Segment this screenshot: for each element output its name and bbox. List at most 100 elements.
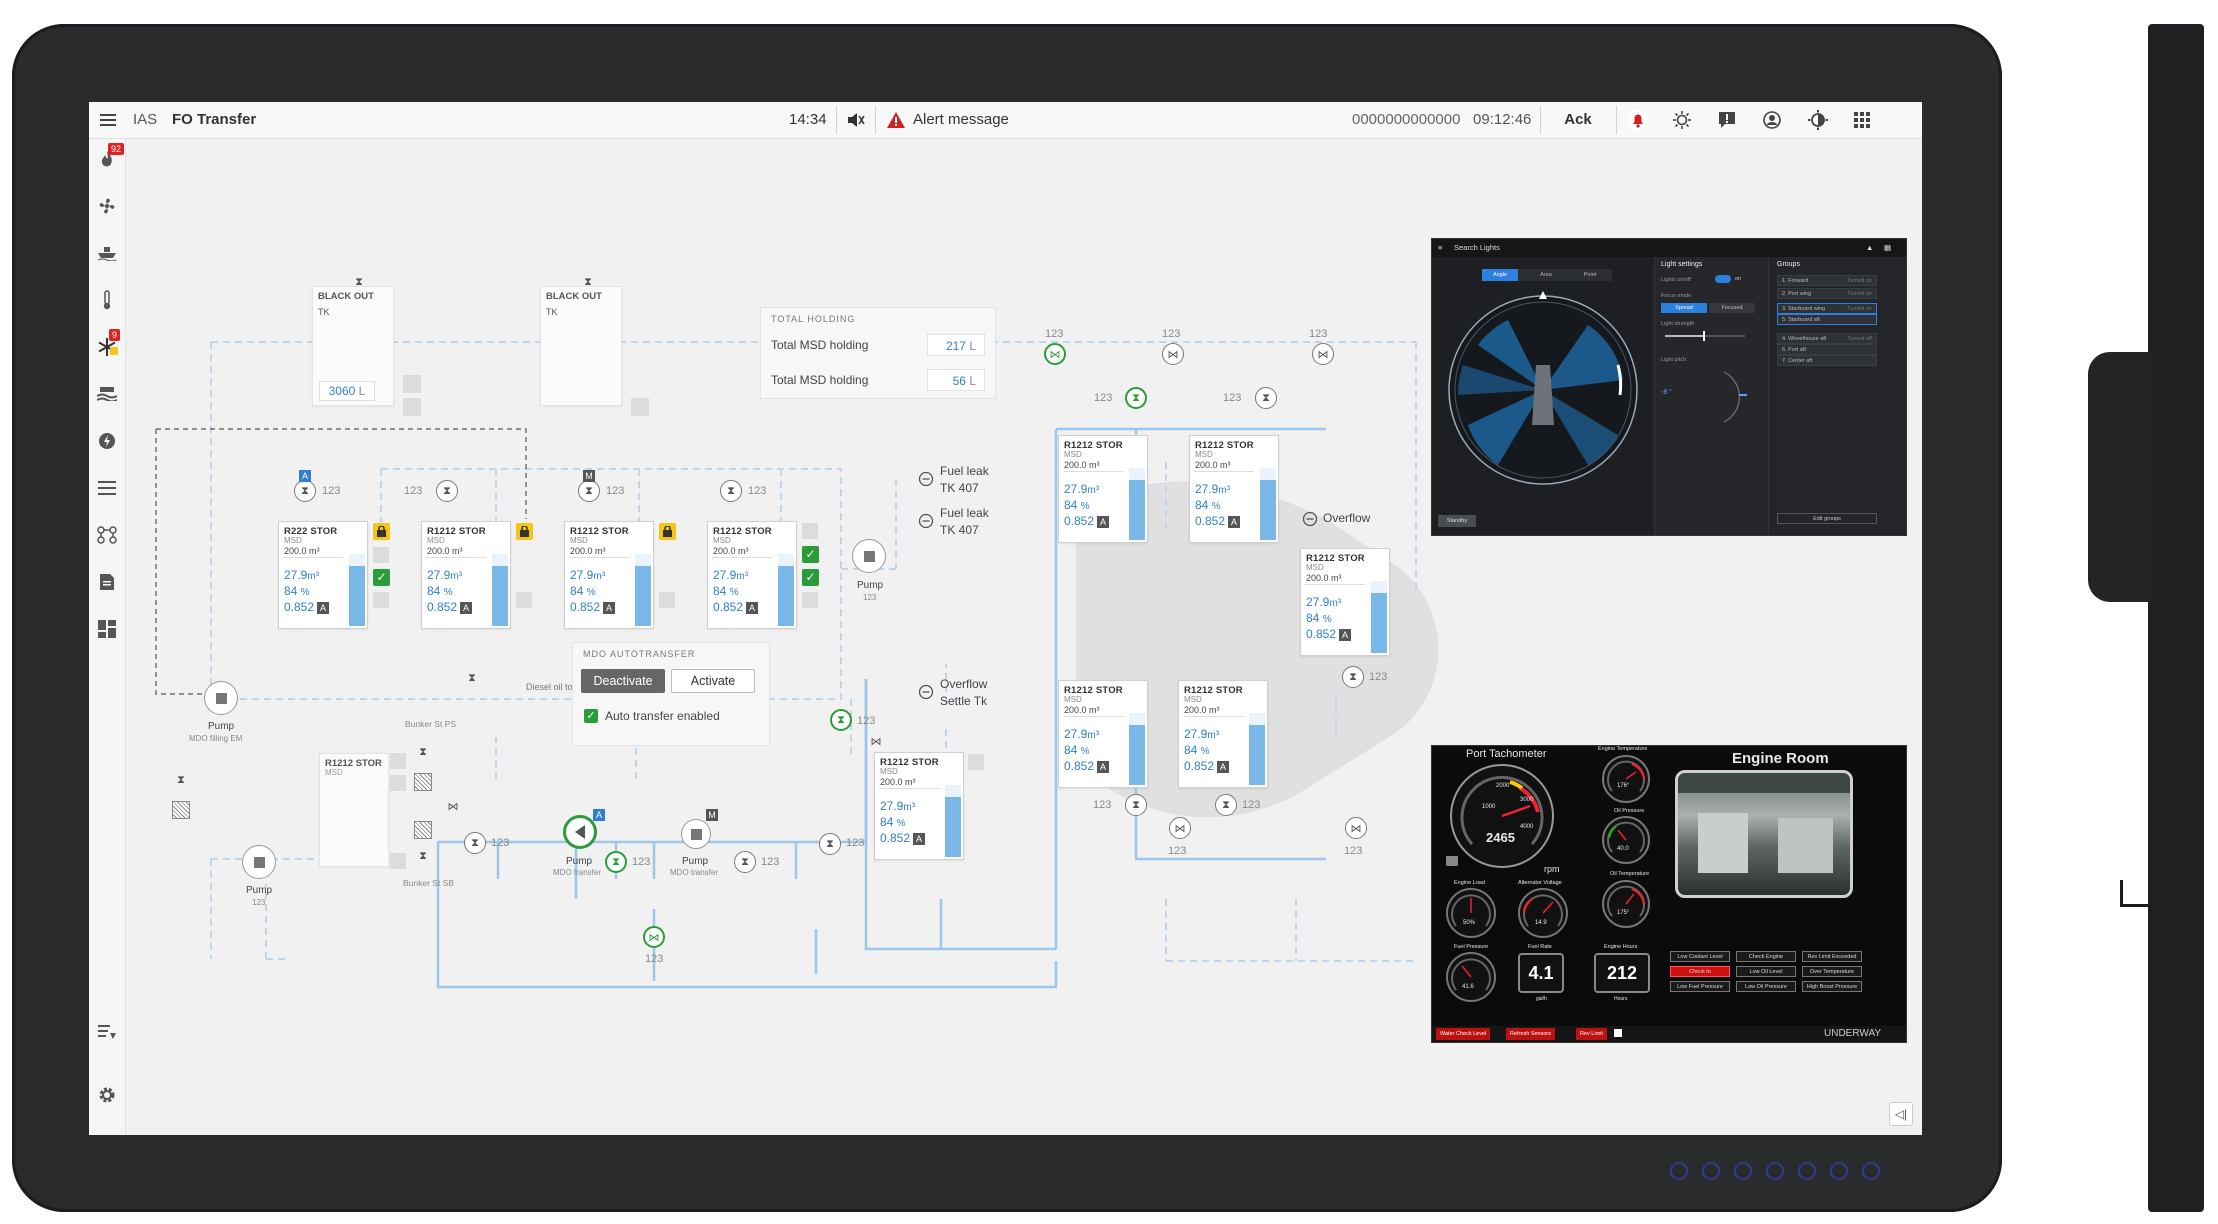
hourglass-valve-icon[interactable]: ⧗ <box>414 847 432 865</box>
valve-icon[interactable]: ⧗ <box>578 480 600 502</box>
edit-groups-button[interactable]: Edit groups <box>1777 513 1877 524</box>
valve-icon[interactable]: ⧗ <box>734 851 756 873</box>
search-light-radar[interactable] <box>1438 285 1648 495</box>
group-item[interactable]: 6. Port aft <box>1777 344 1877 355</box>
waves-icon[interactable] <box>95 382 119 406</box>
user-icon[interactable] <box>1759 102 1785 138</box>
hourglass-valve-icon[interactable]: ⧗ <box>579 273 597 291</box>
group-item[interactable]: 4. Wheelhouse aft Turned off <box>1777 333 1877 344</box>
tank-card[interactable]: R1212 STOR MSD 200.0 m³ 27.9m³ 84 % 0.852 A <box>874 752 964 860</box>
valve-icon[interactable]: ⧗ <box>1215 794 1237 816</box>
collapse-panel-button[interactable]: ◁| <box>1889 1102 1913 1126</box>
theme-icon[interactable] <box>1805 102 1831 138</box>
blackout-tank[interactable]: BLACK OUT TK 3060 L <box>312 286 394 406</box>
group-item[interactable]: 3. Starboard wing Turned on <box>1777 303 1877 314</box>
pump[interactable] <box>242 845 276 879</box>
filter-list-icon[interactable] <box>95 1021 119 1045</box>
blackout-tank[interactable]: BLACK OUT TK <box>540 286 622 406</box>
butterfly-valve-icon[interactable]: ⋈ <box>444 797 462 815</box>
camera-icon[interactable] <box>1446 856 1458 866</box>
valve-icon[interactable]: ⧗ <box>436 480 458 502</box>
empty-tank[interactable]: R1212 STOR MSD <box>319 753 389 867</box>
pump[interactable] <box>681 819 711 849</box>
search-lights-window[interactable]: ≡ Search Lights ▲ ▦ Angle Area Point Lig… <box>1431 238 1907 536</box>
menu-icon[interactable]: ≡ <box>1438 239 1442 257</box>
group-item[interactable]: 2. Port wing Turned on <box>1777 288 1877 299</box>
group-item[interactable]: 5. Starboard aft <box>1777 314 1877 325</box>
hw-button[interactable] <box>1670 1162 1688 1180</box>
tank-card[interactable]: R1212 STOR MSD 200.0 m³ 27.9m³ 84 % 0.852 A <box>1178 680 1268 788</box>
valve-open-icon[interactable]: ⋈ <box>643 926 665 948</box>
power-button[interactable] <box>1862 1162 1880 1180</box>
valve-icon[interactable]: ⧗ <box>1255 387 1277 409</box>
butterfly-valve-icon[interactable]: ⋈ <box>1345 817 1367 839</box>
valve-icon[interactable]: ⧗ <box>294 480 316 502</box>
tab-angle[interactable]: Angle <box>1482 269 1518 281</box>
tank-card[interactable]: R1212 STOR MSD 200.0 m³ 27.9m³ 84 % 0.852 A <box>707 521 797 629</box>
hw-button[interactable] <box>1798 1162 1816 1180</box>
menu-icon[interactable] <box>95 102 121 138</box>
valve-icon[interactable]: ⧗ <box>819 833 841 855</box>
ack-button[interactable]: Ack <box>1541 102 1615 138</box>
pitch-dial[interactable] <box>1719 367 1749 427</box>
tank-card[interactable]: R1212 STOR MSD 200.0 m³ 27.9m³ 84 % 0.852 A <box>1058 680 1148 788</box>
spread-button[interactable]: Spread <box>1661 303 1707 313</box>
deactivate-button[interactable]: Deactivate <box>581 669 665 693</box>
snowflake-icon[interactable]: 9 <box>95 329 121 359</box>
butterfly-valve-icon[interactable]: ⋈ <box>1312 343 1334 365</box>
valve-icon[interactable]: ⧗ <box>1125 794 1147 816</box>
close-icon[interactable] <box>1614 1029 1622 1037</box>
tank-card[interactable]: R1212 STOR MSD 200.0 m³ 27.9m³ 84 % 0.852 A <box>421 521 511 629</box>
hourglass-valve-icon[interactable]: ⧗ <box>463 669 481 687</box>
list-icon[interactable] <box>95 476 119 500</box>
tab-area[interactable]: Area <box>1528 269 1564 281</box>
group-item[interactable]: 7. Center aft <box>1777 355 1877 366</box>
tank-card[interactable]: R1212 STOR MSD 200.0 m³ 27.9m³ 84 % 0.852 A <box>1300 548 1390 656</box>
light-strength-slider[interactable] <box>1665 331 1745 341</box>
activate-button[interactable]: Activate <box>671 669 755 693</box>
valve-open-icon[interactable]: ⧗ <box>1125 387 1147 409</box>
engine-room-camera-feed[interactable] <box>1675 770 1853 898</box>
butterfly-valve-icon[interactable]: ⋈ <box>1169 817 1191 839</box>
apps-grid-icon[interactable] <box>1849 102 1875 138</box>
standby-button[interactable]: Standby <box>1438 515 1476 527</box>
tab-point[interactable]: Point <box>1572 269 1608 281</box>
tank-card[interactable]: R222 STOR MSD 200.0 m³ 27.9m³ 84 % 0.852 A <box>278 521 368 629</box>
tank-card[interactable]: R1212 STOR MSD 200.0 m³ 27.9m³ 84 % 0.852 A <box>1058 435 1148 543</box>
valve-open-icon[interactable]: ⧗ <box>830 709 852 731</box>
network-icon[interactable] <box>95 523 119 547</box>
gear-icon[interactable] <box>95 1083 119 1107</box>
hourglass-valve-icon[interactable]: ⧗ <box>414 743 432 761</box>
valve-icon[interactable]: ⧗ <box>1342 666 1364 688</box>
thermometer-icon[interactable] <box>95 288 119 312</box>
bell-icon[interactable]: ▲ <box>1866 239 1873 257</box>
message-alert-icon[interactable] <box>1714 102 1740 138</box>
mute-icon[interactable] <box>843 102 869 138</box>
hourglass-valve-icon[interactable]: ⧗ <box>350 273 368 291</box>
pump-running[interactable] <box>563 815 597 849</box>
auto-transfer-checkbox[interactable]: ✓ <box>584 709 598 723</box>
hw-button[interactable] <box>1766 1162 1784 1180</box>
flame-icon[interactable]: 92 <box>95 143 125 171</box>
valve-icon[interactable]: ⧗ <box>720 480 742 502</box>
lights-toggle[interactable] <box>1715 275 1731 283</box>
tank-card[interactable]: R1212 STOR MSD 200.0 m³ 27.9m³ 84 % 0.852 A <box>564 521 654 629</box>
power-icon[interactable] <box>95 429 119 453</box>
valve-icon[interactable]: ⧗ <box>464 832 486 854</box>
ship-icon[interactable] <box>95 241 119 265</box>
dashboard-icon[interactable] <box>95 617 119 641</box>
hw-button[interactable] <box>1702 1162 1720 1180</box>
butterfly-valve-icon[interactable]: ⋈ <box>867 732 885 750</box>
butterfly-valve-icon[interactable]: ⋈ <box>1162 343 1184 365</box>
group-item[interactable]: 1. Forward Turned on <box>1777 275 1877 286</box>
hw-button[interactable] <box>1734 1162 1752 1180</box>
fan-icon[interactable] <box>95 194 119 218</box>
hourglass-valve-icon[interactable]: ⧗ <box>172 771 190 789</box>
focused-button[interactable]: Focused <box>1709 303 1755 313</box>
bell-icon[interactable] <box>1624 102 1652 138</box>
apps-grid-icon[interactable]: ▦ <box>1884 239 1891 257</box>
engine-room-window[interactable]: Port Tachometer 1000 2000 3000 4000 2465… <box>1431 745 1907 1043</box>
alert-message[interactable]: Alert message <box>913 102 1009 138</box>
brightness-icon[interactable] <box>1669 102 1695 138</box>
valve-open-icon[interactable]: ⋈ <box>1044 343 1066 365</box>
